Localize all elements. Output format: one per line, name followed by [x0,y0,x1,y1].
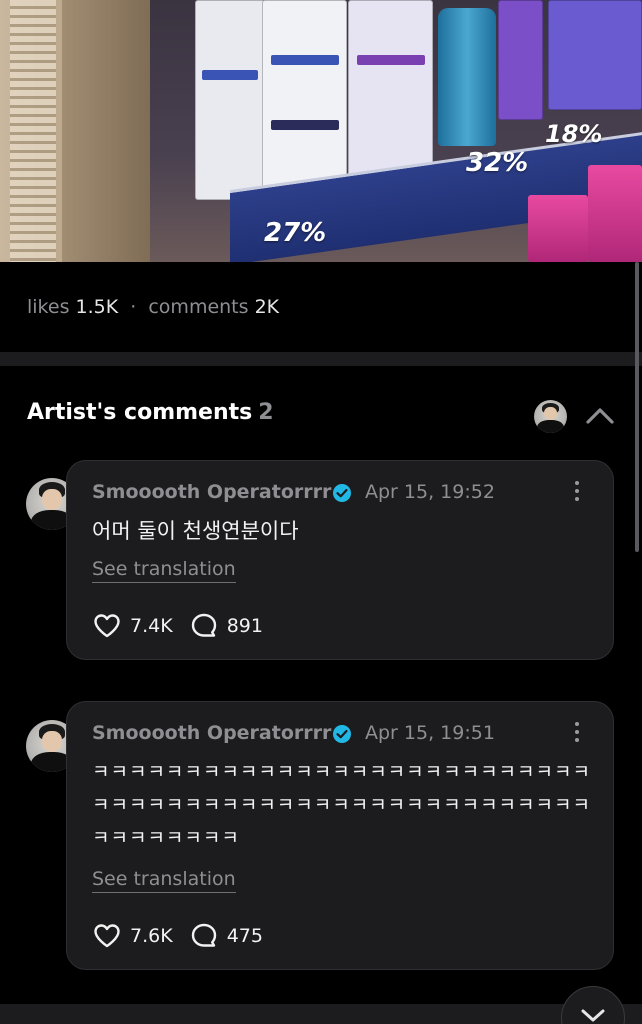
comment-card: Smooooth Operatorrrr Apr 15, 19:51 ㅋㅋㅋㅋㅋ… [66,701,614,970]
photo-product-box [498,0,543,120]
comment-card: Smooooth Operatorrrr Apr 15, 19:52 어머 둘이… [66,460,614,660]
comment-text: 어머 둘이 천생연분이다 [92,519,299,543]
heart-icon[interactable] [92,611,122,641]
reply-bubble-icon[interactable] [189,611,219,641]
more-options-icon[interactable] [572,481,582,505]
comment-author[interactable]: Smooooth Operatorrrr [92,481,331,503]
photo-product-box [262,0,347,200]
comment-actions: 7.6K 475 [92,921,279,951]
photo-product-box [548,0,642,110]
more-options-icon[interactable] [572,722,582,746]
photo-product-box [348,0,433,180]
post-detail-page: 32% 18% 27% likes 1.5K · comments 2K Art… [0,0,642,1024]
chevron-up-icon[interactable] [583,400,617,432]
scroll-down-button[interactable] [561,986,625,1024]
photo-wall-edge [62,0,152,262]
artist-comments-title: Artist's comments 2 [27,400,274,425]
photo-pink-box [588,165,642,262]
see-translation-link[interactable]: See translation [92,558,236,583]
post-photo[interactable]: 32% 18% 27% [0,0,642,262]
photo-wall-slats [10,0,56,262]
artist-comments-label: Artist's comments [27,400,253,425]
artist-avatar-small[interactable] [534,400,567,433]
photo-discount-label: 27% [264,218,327,248]
comment-text: ㅋㅋㅋㅋㅋㅋㅋㅋㅋㅋㅋㅋㅋㅋㅋㅋㅋㅋㅋㅋㅋㅋㅋㅋㅋㅋㅋㅋㅋㅋㅋㅋㅋㅋㅋㅋㅋㅋㅋㅋ… [92,761,591,849]
likes-label: likes [27,296,70,318]
see-translation-link[interactable]: See translation [92,868,236,893]
like-count: 7.4K [130,615,173,637]
like-count: 7.6K [130,925,173,947]
comment-author[interactable]: Smooooth Operatorrrr [92,722,331,744]
comment-actions: 7.4K 891 [92,611,279,641]
reply-count: 891 [226,615,263,637]
reply-count: 475 [226,925,263,947]
comment-date: Apr 15, 19:51 [365,722,495,744]
scrollbar[interactable] [635,262,639,552]
verified-badge-icon [332,724,352,744]
artist-comments-count: 2 [258,400,274,425]
comments-label: comments [148,296,249,318]
photo-discount-label: 18% [545,120,603,148]
chevron-down-icon [581,1009,605,1022]
heart-icon[interactable] [92,921,122,951]
photo-pink-box [528,195,588,262]
comment-date: Apr 15, 19:52 [365,481,495,503]
photo-mouthwash-bottle [438,8,496,146]
photo-product-box [195,0,265,200]
comments-count: 2K [254,296,280,318]
stats-separator: · [130,296,137,318]
photo-discount-label: 32% [466,148,529,178]
verified-badge-icon [332,483,352,503]
likes-count: 1.5K [75,296,119,318]
section-divider [0,1004,642,1024]
section-divider [0,352,642,366]
post-stats: likes 1.5K · comments 2K [27,296,279,318]
reply-bubble-icon[interactable] [189,921,219,951]
